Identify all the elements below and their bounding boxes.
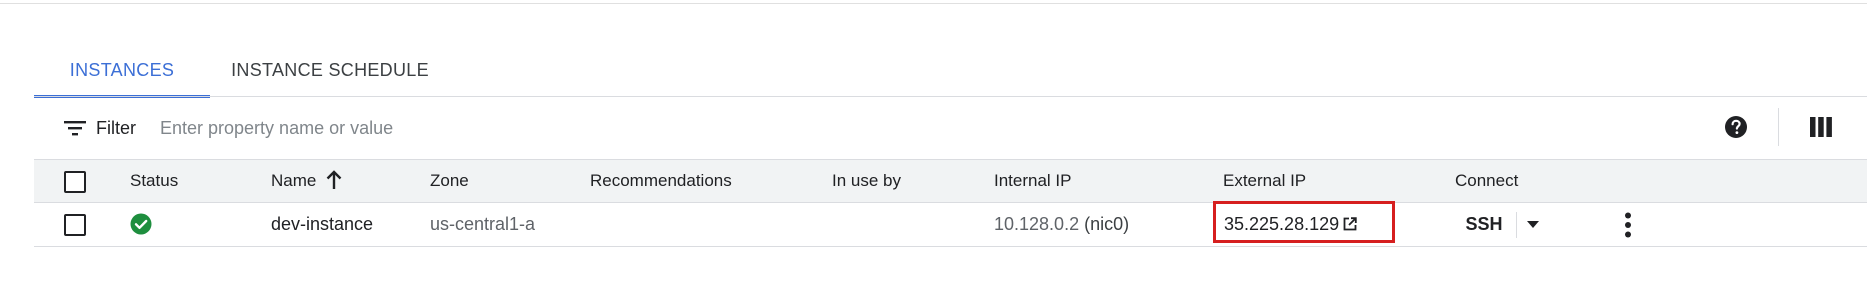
filter-bar: Filter bbox=[34, 108, 1867, 148]
help-icon[interactable] bbox=[1724, 115, 1748, 139]
ssh-divider bbox=[1516, 212, 1517, 238]
filter-icon[interactable] bbox=[64, 118, 86, 138]
internal-nic-label: (nic0) bbox=[1084, 214, 1130, 234]
external-ip-link[interactable]: 35.225.28.129 bbox=[1224, 203, 1357, 245]
open-in-new-icon bbox=[1343, 217, 1357, 231]
header-status: Status bbox=[130, 171, 179, 190]
ssh-dropdown-icon[interactable] bbox=[1526, 220, 1540, 230]
header-zone: Zone bbox=[430, 171, 469, 190]
tab-divider bbox=[34, 96, 1867, 97]
table-header: Status Name Zone Recommendations In use … bbox=[34, 159, 1867, 203]
header-external-ip: External IP bbox=[1223, 171, 1307, 190]
column-display-icon[interactable] bbox=[1810, 117, 1832, 137]
filter-label[interactable]: Filter bbox=[96, 118, 136, 139]
instance-internal-ip: 10.128.0.2 (nic0) bbox=[994, 203, 1129, 245]
sort-ascending-icon[interactable] bbox=[326, 169, 342, 190]
table-row: dev-instance us-central1-a 10.128.0.2 (n… bbox=[34, 201, 1867, 247]
header-recommendations: Recommendations bbox=[590, 171, 732, 190]
toolbar-divider bbox=[1778, 108, 1779, 146]
header-name-label: Name bbox=[271, 171, 317, 190]
internal-ip-value: 10.128.0.2 bbox=[994, 214, 1080, 234]
ssh-button[interactable]: SSH bbox=[1455, 203, 1513, 245]
more-actions-icon[interactable] bbox=[1624, 212, 1632, 238]
instance-name-link[interactable]: dev-instance bbox=[271, 203, 373, 245]
select-all-checkbox[interactable] bbox=[64, 171, 86, 193]
top-divider bbox=[0, 3, 1867, 4]
external-ip-value: 35.225.28.129 bbox=[1224, 214, 1340, 234]
header-in-use-by: In use by bbox=[832, 171, 901, 190]
header-connect: Connect bbox=[1455, 171, 1519, 190]
tab-bar: INSTANCES INSTANCE SCHEDULE bbox=[34, 52, 450, 98]
instance-zone: us-central1-a bbox=[430, 214, 536, 234]
vm-instances-page: INSTANCES INSTANCE SCHEDULE Filter Statu… bbox=[0, 0, 1867, 282]
tab-instance-schedule[interactable]: INSTANCE SCHEDULE bbox=[210, 52, 450, 98]
header-name[interactable]: Name bbox=[271, 160, 342, 202]
header-internal-ip: Internal IP bbox=[994, 171, 1072, 190]
filter-input[interactable] bbox=[158, 112, 862, 144]
instances-table: Status Name Zone Recommendations In use … bbox=[34, 159, 1867, 247]
row-checkbox[interactable] bbox=[64, 214, 86, 236]
tab-instances[interactable]: INSTANCES bbox=[34, 52, 210, 98]
status-running-icon bbox=[130, 213, 152, 235]
